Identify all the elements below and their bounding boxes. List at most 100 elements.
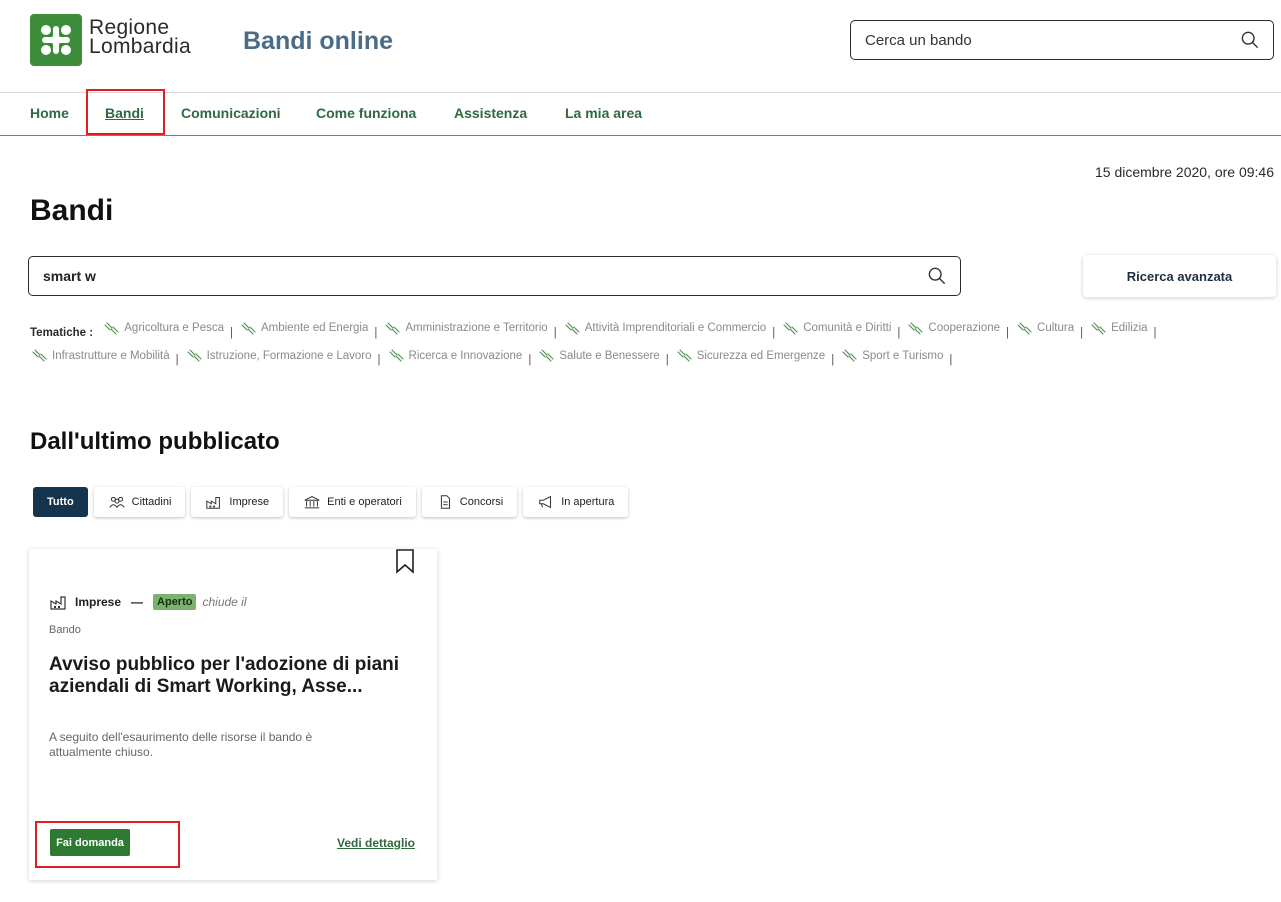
card-title[interactable]: Avviso pubblico per l'adozione di piani …: [49, 654, 409, 698]
nav-comunicazioni[interactable]: Comunicazioni: [181, 105, 281, 121]
tematica-item[interactable]: Agricoltura e Pesca: [102, 317, 224, 340]
tematica-item[interactable]: Infrastrutture e Mobilità: [30, 345, 170, 368]
tematica-label: Comunità e Diritti: [803, 322, 892, 334]
regione-lombardia-logo[interactable]: [30, 14, 82, 66]
nav-assistenza[interactable]: Assistenza: [454, 105, 527, 121]
filter-tutto[interactable]: Tutto: [33, 487, 88, 517]
link-icon: [187, 349, 202, 362]
tematica-item[interactable]: Ambiente ed Energia: [239, 317, 368, 340]
page-title: Bandi: [30, 194, 114, 227]
tematica-label: Cooperazione: [928, 322, 1001, 334]
tematica-item[interactable]: Attività Imprenditoriali e Commercio: [563, 317, 767, 340]
link-icon: [388, 349, 404, 362]
tematica-separator: |: [553, 326, 557, 339]
card-category: Imprese: [75, 595, 122, 609]
tematica-separator: |: [1080, 326, 1084, 339]
tematica-separator: |: [377, 354, 381, 366]
section-title: Dall'ultimo pubblicato: [30, 428, 280, 455]
tematica-item[interactable]: Sport e Turismo: [840, 345, 943, 368]
tematica-separator: |: [528, 354, 532, 366]
tematiche-list: Tematiche : Agricoltura e Pesca | Ambiente…: [30, 317, 1270, 372]
filter-enti[interactable]: Enti e operatori: [289, 487, 416, 517]
filter-label: Enti e operatori: [327, 496, 402, 508]
link-icon: [385, 321, 400, 335]
factory-icon: [206, 497, 221, 509]
advanced-search-button[interactable]: Ricerca avanzata: [1083, 255, 1276, 297]
bandi-search-input[interactable]: [43, 268, 928, 284]
detail-link[interactable]: Vedi dettaglio: [337, 836, 415, 850]
tematica-item[interactable]: Edilizia: [1089, 317, 1148, 340]
tematica-label: Ricerca e Innovazione: [408, 349, 523, 362]
people-icon: [109, 496, 125, 509]
tematica-label: Istruzione, Formazione e Lavoro: [206, 349, 372, 362]
tematica-item[interactable]: Istruzione, Formazione e Lavoro: [185, 345, 372, 368]
document-icon: [440, 495, 450, 509]
tematica-label: Cultura: [1037, 322, 1075, 334]
tematica-item[interactable]: Comunità e Diritti: [781, 317, 891, 340]
nav-la-mia-area[interactable]: La mia area: [565, 105, 642, 121]
brand-line-2: Lombardia: [89, 35, 191, 58]
apply-button[interactable]: Fai domanda: [50, 829, 130, 856]
bandi-search-box[interactable]: [28, 256, 961, 296]
header-search-box[interactable]: [850, 20, 1274, 60]
megaphone-icon: [539, 495, 552, 509]
search-icon[interactable]: [1241, 31, 1259, 49]
tematica-label: Sport e Turismo: [862, 349, 944, 362]
link-icon: [565, 321, 580, 335]
filter-imprese[interactable]: Imprese: [191, 487, 284, 517]
tematica-separator: |: [374, 326, 378, 339]
tematica-item[interactable]: Sicurezza ed Emergenze: [675, 345, 825, 368]
factory-icon: [50, 596, 66, 610]
filter-cittadini[interactable]: Cittadini: [93, 487, 186, 517]
tematica-separator: |: [665, 354, 669, 366]
tematica-separator: |: [831, 354, 835, 366]
brand-name: Regione Lombardia: [89, 17, 191, 58]
tematica-separator: |: [1006, 326, 1010, 339]
tematica-item[interactable]: Ricerca e Innovazione: [387, 345, 523, 368]
link-icon: [1091, 321, 1106, 335]
tematica-label: Salute e Benessere: [559, 349, 660, 362]
tematica-item[interactable]: Cooperazione: [906, 317, 1000, 340]
tematica-separator: |: [1153, 326, 1157, 339]
tematica-label: Agricoltura e Pesca: [124, 322, 224, 334]
bookmark-icon[interactable]: [395, 549, 415, 574]
filter-concorsi[interactable]: Concorsi: [421, 487, 518, 517]
filter-in-apertura[interactable]: In apertura: [523, 487, 629, 517]
tematica-label: Amministrazione e Territorio: [405, 322, 548, 334]
card-type: Bando: [49, 624, 81, 636]
card-description: A seguito dell'esaurimento delle risorse…: [49, 730, 313, 759]
nav-come-funziona[interactable]: Come funziona: [316, 105, 416, 121]
card-closes: chiude il: [202, 595, 247, 609]
tematica-label: Attività Imprenditoriali e Commercio: [584, 322, 767, 334]
site-title[interactable]: Bandi online: [243, 27, 393, 56]
nav-bandi-highlight: [86, 89, 165, 135]
search-icon[interactable]: [928, 267, 946, 285]
current-date: 15 dicembre 2020, ore 09:46: [1094, 164, 1274, 180]
tematica-item[interactable]: Salute e Benessere: [537, 345, 660, 368]
status-badge: Aperto: [153, 594, 197, 610]
tematica-item[interactable]: Cultura: [1015, 317, 1074, 340]
tematica-separator: |: [949, 354, 953, 366]
tematica-label: Ambiente ed Energia: [260, 322, 369, 334]
tematica-label: Sicurezza ed Emergenze: [696, 349, 826, 362]
filter-label: Imprese: [229, 496, 270, 508]
tematica-separator: |: [229, 326, 233, 339]
link-icon: [908, 321, 923, 335]
filter-label: In apertura: [561, 496, 615, 508]
tematica-item[interactable]: Amministrazione e Territorio: [383, 317, 548, 340]
filter-label: Concorsi: [459, 496, 504, 508]
tematica-separator: |: [175, 354, 179, 366]
link-icon: [842, 349, 857, 362]
card-meta: Imprese — Aperto chiude il: [49, 593, 247, 611]
link-icon: [104, 321, 119, 335]
nav-home[interactable]: Home: [30, 105, 69, 121]
tematica-label: Infrastrutture e Mobilità: [52, 349, 170, 362]
link-icon: [1017, 321, 1032, 335]
institution-icon: [304, 496, 320, 509]
header-search-input[interactable]: [865, 31, 1241, 49]
link-icon: [241, 321, 256, 335]
meta-separator: —: [131, 595, 144, 609]
link-icon: [539, 349, 554, 362]
tematiche-label: Tematiche :: [30, 326, 94, 339]
rosa-camuna-icon: [41, 25, 71, 55]
